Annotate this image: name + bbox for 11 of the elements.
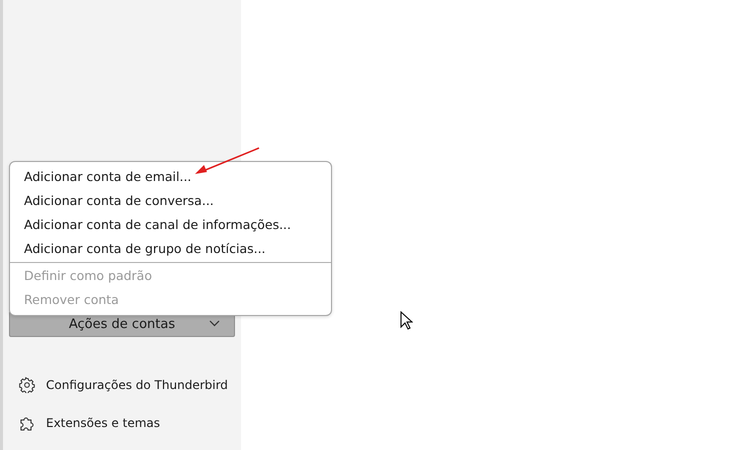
sidebar-item[interactable]: Extensões e temas	[46, 416, 160, 430]
sidebar-item[interactable]: Configurações do Thunderbird	[46, 378, 228, 392]
menu-item[interactable]: Adicionar conta de canal de informações...	[10, 213, 331, 237]
mouse-pointer-icon	[400, 311, 413, 330]
caret-icon	[209, 320, 220, 327]
gear-icon	[19, 377, 35, 393]
menu-item[interactable]: Adicionar conta de grupo de notícias...	[10, 237, 331, 261]
menu-item[interactable]: Adicionar conta de conversa...	[10, 189, 331, 213]
annotation-arrow	[195, 147, 260, 174]
puzzle-icon	[19, 415, 35, 431]
menu-item[interactable]: Adicionar conta de email...	[10, 165, 331, 189]
